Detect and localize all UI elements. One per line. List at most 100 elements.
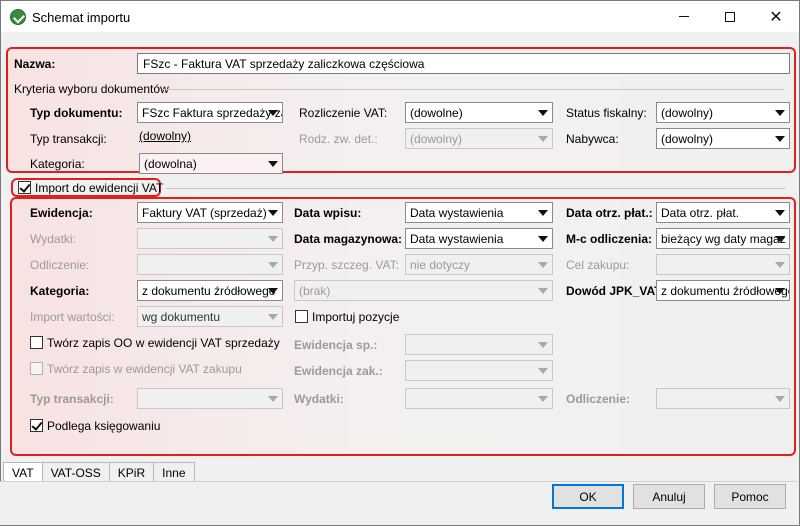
ewidencja-zak-select[interactable] <box>405 360 553 381</box>
import-divider <box>166 188 786 189</box>
name-field[interactable]: FSzc - Faktura VAT sprzedaży zaliczkowa … <box>137 53 790 74</box>
vat-kategoria-select[interactable]: z dokumentu źródłowego <box>137 280 283 301</box>
podlega-checkbox[interactable] <box>30 419 43 432</box>
wydatki2-label: Wydatki: <box>294 392 344 406</box>
vat-typ-transakcji-select[interactable] <box>137 388 283 409</box>
przyp-szczeg-vat-select[interactable]: nie dotyczy <box>405 254 553 275</box>
button-bar: OK Anuluj Pomoc <box>0 481 798 525</box>
vat-kategoria-value: z dokumentu źródłowego <box>142 284 276 298</box>
data-otrz-plat-select[interactable]: Data otrz. płat. <box>656 202 790 223</box>
ewidencja-select[interactable]: Faktury VAT (sprzedaż) <box>137 202 283 223</box>
app-icon <box>10 9 26 25</box>
brak-select[interactable]: (brak) <box>294 280 553 301</box>
vat-typ-transakcji-label: Typ transakcji: <box>30 392 114 406</box>
tab-bar: VAT VAT-OSS KPiR Inne <box>3 462 195 483</box>
cel-zakupu-label: Cel zakupu: <box>566 258 630 272</box>
title-bar[interactable]: Schemat importu ✕ <box>1 1 799 32</box>
chevron-down-icon <box>775 236 785 242</box>
typ-dokumentu-select[interactable]: FSzc Faktura sprzedaży zal <box>137 102 283 123</box>
rozliczenie-vat-select[interactable]: (dowolne) <box>405 102 553 123</box>
wydatki2-select[interactable] <box>405 388 553 409</box>
rozliczenie-vat-label: Rozliczenie VAT: <box>299 106 388 120</box>
dowod-jpk-value: z dokumentu źródłowego <box>661 284 790 298</box>
nabywca-value: (dowolny) <box>661 132 714 146</box>
ewidencja-sp-select[interactable] <box>405 334 553 355</box>
chevron-down-icon <box>538 342 548 348</box>
data-magazynowa-value: Data wystawienia <box>410 232 504 246</box>
data-magazynowa-label: Data magazynowa: <box>294 232 403 246</box>
tworz-zakup-checkbox[interactable] <box>30 362 43 375</box>
przyp-szczeg-vat-label: Przyp. szczeg. VAT: <box>294 258 399 272</box>
chevron-down-icon <box>268 110 278 116</box>
criteria-divider <box>162 89 784 90</box>
chevron-down-icon <box>268 262 278 268</box>
tab-inne[interactable]: Inne <box>153 462 195 482</box>
minimize-icon <box>679 16 689 17</box>
rodz-zw-det-value: (dowolny) <box>410 132 463 146</box>
chevron-down-icon <box>538 110 548 116</box>
data-wpisu-label: Data wpisu: <box>294 206 362 220</box>
rodz-zw-det-select[interactable]: (dowolny) <box>405 128 553 149</box>
import-wartosci-select[interactable]: wg dokumentu <box>137 306 283 327</box>
chevron-down-icon <box>538 210 548 216</box>
data-magazynowa-select[interactable]: Data wystawienia <box>405 228 553 249</box>
chevron-down-icon <box>538 136 548 142</box>
data-wpisu-select[interactable]: Data wystawienia <box>405 202 553 223</box>
ewidencja-zak-label: Ewidencja zak.: <box>294 364 383 378</box>
wydatki-label: Wydatki: <box>30 232 76 246</box>
import-wartosci-label: Import wartości: <box>30 310 115 324</box>
chevron-down-icon <box>775 262 785 268</box>
chevron-down-icon <box>538 236 548 242</box>
odliczenie-select[interactable] <box>137 254 283 275</box>
tworz-zakup-label: Twórz zapis w ewidencji VAT zakupu <box>47 362 242 376</box>
wydatki-select[interactable] <box>137 228 283 249</box>
cel-zakupu-select[interactable] <box>656 254 790 275</box>
mc-odliczenia-label: M-c odliczenia: <box>566 232 653 246</box>
status-fiskalny-select[interactable]: (dowolny) <box>656 102 790 123</box>
typ-transakcji-link[interactable]: (dowolny) <box>139 129 191 143</box>
import-vat-checkbox[interactable] <box>18 181 31 194</box>
odliczenie2-label: Odliczenie: <box>566 392 631 406</box>
ewidencja-label: Ewidencja: <box>30 206 93 220</box>
help-button[interactable]: Pomoc <box>714 484 786 509</box>
minimize-button[interactable] <box>661 1 707 32</box>
ewidencja-value: Faktury VAT (sprzedaż) <box>142 206 267 220</box>
typ-transakcji-label: Typ transakcji: <box>30 132 107 146</box>
close-icon: ✕ <box>769 8 783 26</box>
chevron-down-icon <box>775 396 785 402</box>
chevron-down-icon <box>268 210 278 216</box>
cancel-button[interactable]: Anuluj <box>633 484 705 509</box>
rozliczenie-vat-value: (dowolne) <box>410 106 463 120</box>
nabywca-label: Nabywca: <box>566 132 619 146</box>
odliczenie2-select[interactable] <box>656 388 790 409</box>
maximize-button[interactable] <box>707 1 753 32</box>
kategoria-label: Kategoria: <box>30 157 85 171</box>
chevron-down-icon <box>538 396 548 402</box>
dowod-jpk-label: Dowód JPK_VAT: <box>566 284 665 298</box>
przyp-szczeg-vat-value: nie dotyczy <box>410 258 471 272</box>
close-button[interactable]: ✕ <box>753 1 799 32</box>
chevron-down-icon <box>268 236 278 242</box>
chevron-down-icon <box>775 288 785 294</box>
dowod-jpk-select[interactable]: z dokumentu źródłowego <box>656 280 790 301</box>
mc-odliczenia-select[interactable]: bieżący wg daty magaz <box>656 228 790 249</box>
brak-value: (brak) <box>299 284 331 298</box>
odliczenie-label: Odliczenie: <box>30 258 90 272</box>
tab-vat-oss[interactable]: VAT-OSS <box>41 462 110 482</box>
tab-kpir[interactable]: KPiR <box>108 462 155 482</box>
maximize-icon <box>725 11 735 22</box>
ok-button[interactable]: OK <box>552 484 624 509</box>
tworz-oo-checkbox[interactable] <box>30 336 43 349</box>
nabywca-select[interactable]: (dowolny) <box>656 128 790 149</box>
import-wartosci-value: wg dokumentu <box>142 310 221 324</box>
chevron-down-icon <box>268 314 278 320</box>
importuj-pozycje-checkbox[interactable] <box>295 310 308 323</box>
chevron-down-icon <box>775 210 785 216</box>
chevron-down-icon <box>538 262 548 268</box>
tab-vat[interactable]: VAT <box>3 462 43 483</box>
vat-kategoria-label: Kategoria: <box>30 284 90 298</box>
rodz-zw-det-label: Rodz. zw. det.: <box>299 132 378 146</box>
criteria-header: Kryteria wyboru dokumentów <box>14 82 169 96</box>
tworz-oo-label: Twórz zapis OO w ewidencji VAT sprzedaży <box>47 336 280 350</box>
kategoria-select[interactable]: (dowolna) <box>139 153 283 174</box>
